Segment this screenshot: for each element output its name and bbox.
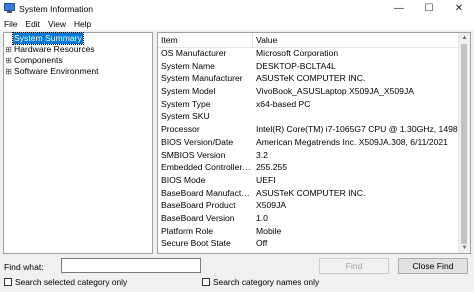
details-table: Item Value OS Manufacturer Microsoft Corp… xyxy=(157,32,471,254)
row-item-cell: SMBIOS Version xyxy=(161,149,226,160)
table-row[interactable]: System SKU xyxy=(158,110,460,123)
row-item-cell: BIOS Version/Date xyxy=(161,136,234,147)
table-row[interactable]: System Manufacturer ASUSTeK COMPUTER INC. xyxy=(158,72,460,85)
row-item-cell: System Model xyxy=(161,86,216,97)
window-controls: — ☐ ✕ xyxy=(384,0,474,17)
row-value-cell xyxy=(253,110,460,123)
tree-item-label[interactable]: Hardware Resources xyxy=(13,44,96,55)
expand-plus-icon[interactable]: ⊞ xyxy=(4,55,13,66)
row-item-cell: OS Manufacturer xyxy=(161,48,227,58)
row-item-cell: BIOS Mode xyxy=(161,174,206,185)
row-item-cell: Processor xyxy=(161,124,200,135)
row-value-cell: ASUSTeK COMPUTER INC. xyxy=(256,187,366,198)
table-row[interactable]: BIOS Mode UEFI xyxy=(158,174,460,187)
search-category-names-label: Search category names only xyxy=(213,277,320,287)
table-row[interactable]: BaseBoard Manufacturer ASUSTeK COMPUTER I… xyxy=(158,187,460,200)
search-selected-category-checkbox[interactable] xyxy=(4,278,12,286)
table-row[interactable]: Secure Boot State Off xyxy=(158,237,460,250)
row-item-cell: System Type xyxy=(161,98,211,109)
scrollbar-thumb[interactable] xyxy=(461,44,467,244)
table-row[interactable]: Embedded Controller V... 255.255 xyxy=(158,161,460,174)
column-header-value[interactable]: Value xyxy=(253,33,460,47)
find-button[interactable]: Find xyxy=(319,258,389,274)
tree-item-label[interactable]: Software Environment xyxy=(13,66,100,77)
tree-item-label[interactable]: System Summary xyxy=(12,32,84,45)
minimize-button[interactable]: — xyxy=(384,0,414,17)
row-value-cell: Mobile xyxy=(256,225,282,236)
table-row[interactable]: BIOS Version/Date American Megatrends Inc… xyxy=(158,136,460,149)
tree-item-system-summary[interactable]: System Summary xyxy=(4,32,152,45)
menu-edit[interactable]: Edit xyxy=(22,19,44,29)
table-header: Item Value xyxy=(158,33,460,48)
row-value-cell: American Megatrends Inc. X509JA.308, 6/1… xyxy=(256,136,448,147)
system-info-app-icon xyxy=(4,3,15,14)
tree-item-components[interactable]: ⊞ Components xyxy=(4,55,152,66)
row-value-cell: DESKTOP-BCLTA4L xyxy=(256,60,336,71)
search-category-names-checkbox[interactable] xyxy=(202,278,210,286)
expand-plus-icon[interactable]: ⊞ xyxy=(4,44,13,55)
vertical-scrollbar[interactable]: ▲ ▼ xyxy=(458,33,470,253)
row-value-cell: X509JA xyxy=(256,200,287,211)
row-item-cell: BaseBoard Version xyxy=(161,212,235,223)
row-value-cell: UEFI xyxy=(256,174,276,185)
table-row[interactable]: System Type x64-based PC xyxy=(158,98,460,111)
table-row[interactable]: OS Manufacturer Microsoft Corporation xyxy=(158,47,460,60)
menu-file[interactable]: File xyxy=(0,19,22,29)
table-row[interactable]: System Model VivoBook_ASUSLaptop X509JA_X… xyxy=(158,85,460,98)
table-body: OS Manufacturer Microsoft Corporation Syst… xyxy=(158,47,460,250)
search-selected-category-option[interactable]: Search selected category only xyxy=(4,277,127,287)
window-title: System Information xyxy=(19,3,94,14)
row-item-cell: System SKU xyxy=(161,111,210,122)
row-value-cell: 255.255 xyxy=(256,162,288,173)
tree-item-hardware-resources[interactable]: ⊞ Hardware Resources xyxy=(4,44,152,55)
scroll-up-icon[interactable]: ▲ xyxy=(459,33,470,43)
search-category-names-option[interactable]: Search category names only xyxy=(202,277,319,287)
table-row[interactable]: Platform Role Mobile xyxy=(158,225,460,238)
table-row[interactable]: BaseBoard Version 1.0 xyxy=(158,212,460,225)
find-what-label: Find what: xyxy=(4,262,44,272)
scroll-down-icon[interactable]: ▼ xyxy=(459,243,470,253)
row-item-cell: System Manufacturer xyxy=(161,73,243,84)
row-item-cell: Secure Boot State xyxy=(161,238,231,249)
table-row[interactable]: SMBIOS Version 3.2 xyxy=(158,149,460,162)
column-header-item[interactable]: Item xyxy=(158,33,253,47)
close-button[interactable]: ✕ xyxy=(444,0,474,17)
row-item-cell: Platform Role xyxy=(161,225,214,236)
row-value-cell: Microsoft Corporation xyxy=(256,48,339,58)
row-value-cell: Intel(R) Core(TM) i7-1065G7 CPU @ 1.30GH… xyxy=(256,124,460,135)
row-value-cell: 1.0 xyxy=(256,212,268,223)
table-row[interactable]: Processor Intel(R) Core(TM) i7-1065G7 CPU… xyxy=(158,123,460,136)
table-row[interactable]: BaseBoard Product X509JA xyxy=(158,199,460,212)
tree-item-label[interactable]: Components xyxy=(13,55,64,66)
row-value-cell: ASUSTeK COMPUTER INC. xyxy=(256,73,366,84)
row-item-cell: Embedded Controller V... xyxy=(161,162,253,173)
row-value-cell: 3.2 xyxy=(256,149,268,160)
table-row[interactable]: System Name DESKTOP-BCLTA4L xyxy=(158,60,460,73)
row-value-cell: x64-based PC xyxy=(256,98,311,109)
search-selected-category-label: Search selected category only xyxy=(15,277,128,287)
title-bar: System Information — ☐ ✕ xyxy=(0,0,474,17)
tree-item-software-environment[interactable]: ⊞ Software Environment xyxy=(4,66,152,77)
menu-help[interactable]: Help xyxy=(70,19,95,29)
maximize-button[interactable]: ☐ xyxy=(414,0,444,17)
row-value-cell: Off xyxy=(256,238,268,249)
menu-view[interactable]: View xyxy=(44,19,70,29)
row-item-cell: System Name xyxy=(161,60,215,71)
row-value-cell: VivoBook_ASUSLaptop X509JA_X509JA xyxy=(256,86,414,97)
row-item-cell: BaseBoard Manufacturer xyxy=(161,187,253,198)
close-find-button[interactable]: Close Find xyxy=(398,258,468,274)
category-tree: System Summary ⊞ Hardware Resources ⊞ Co… xyxy=(3,32,153,254)
row-item-cell: BaseBoard Product xyxy=(161,200,236,211)
find-what-input[interactable] xyxy=(61,258,201,273)
expand-plus-icon[interactable]: ⊞ xyxy=(4,66,13,77)
menu-bar: File Edit View Help xyxy=(0,17,474,30)
